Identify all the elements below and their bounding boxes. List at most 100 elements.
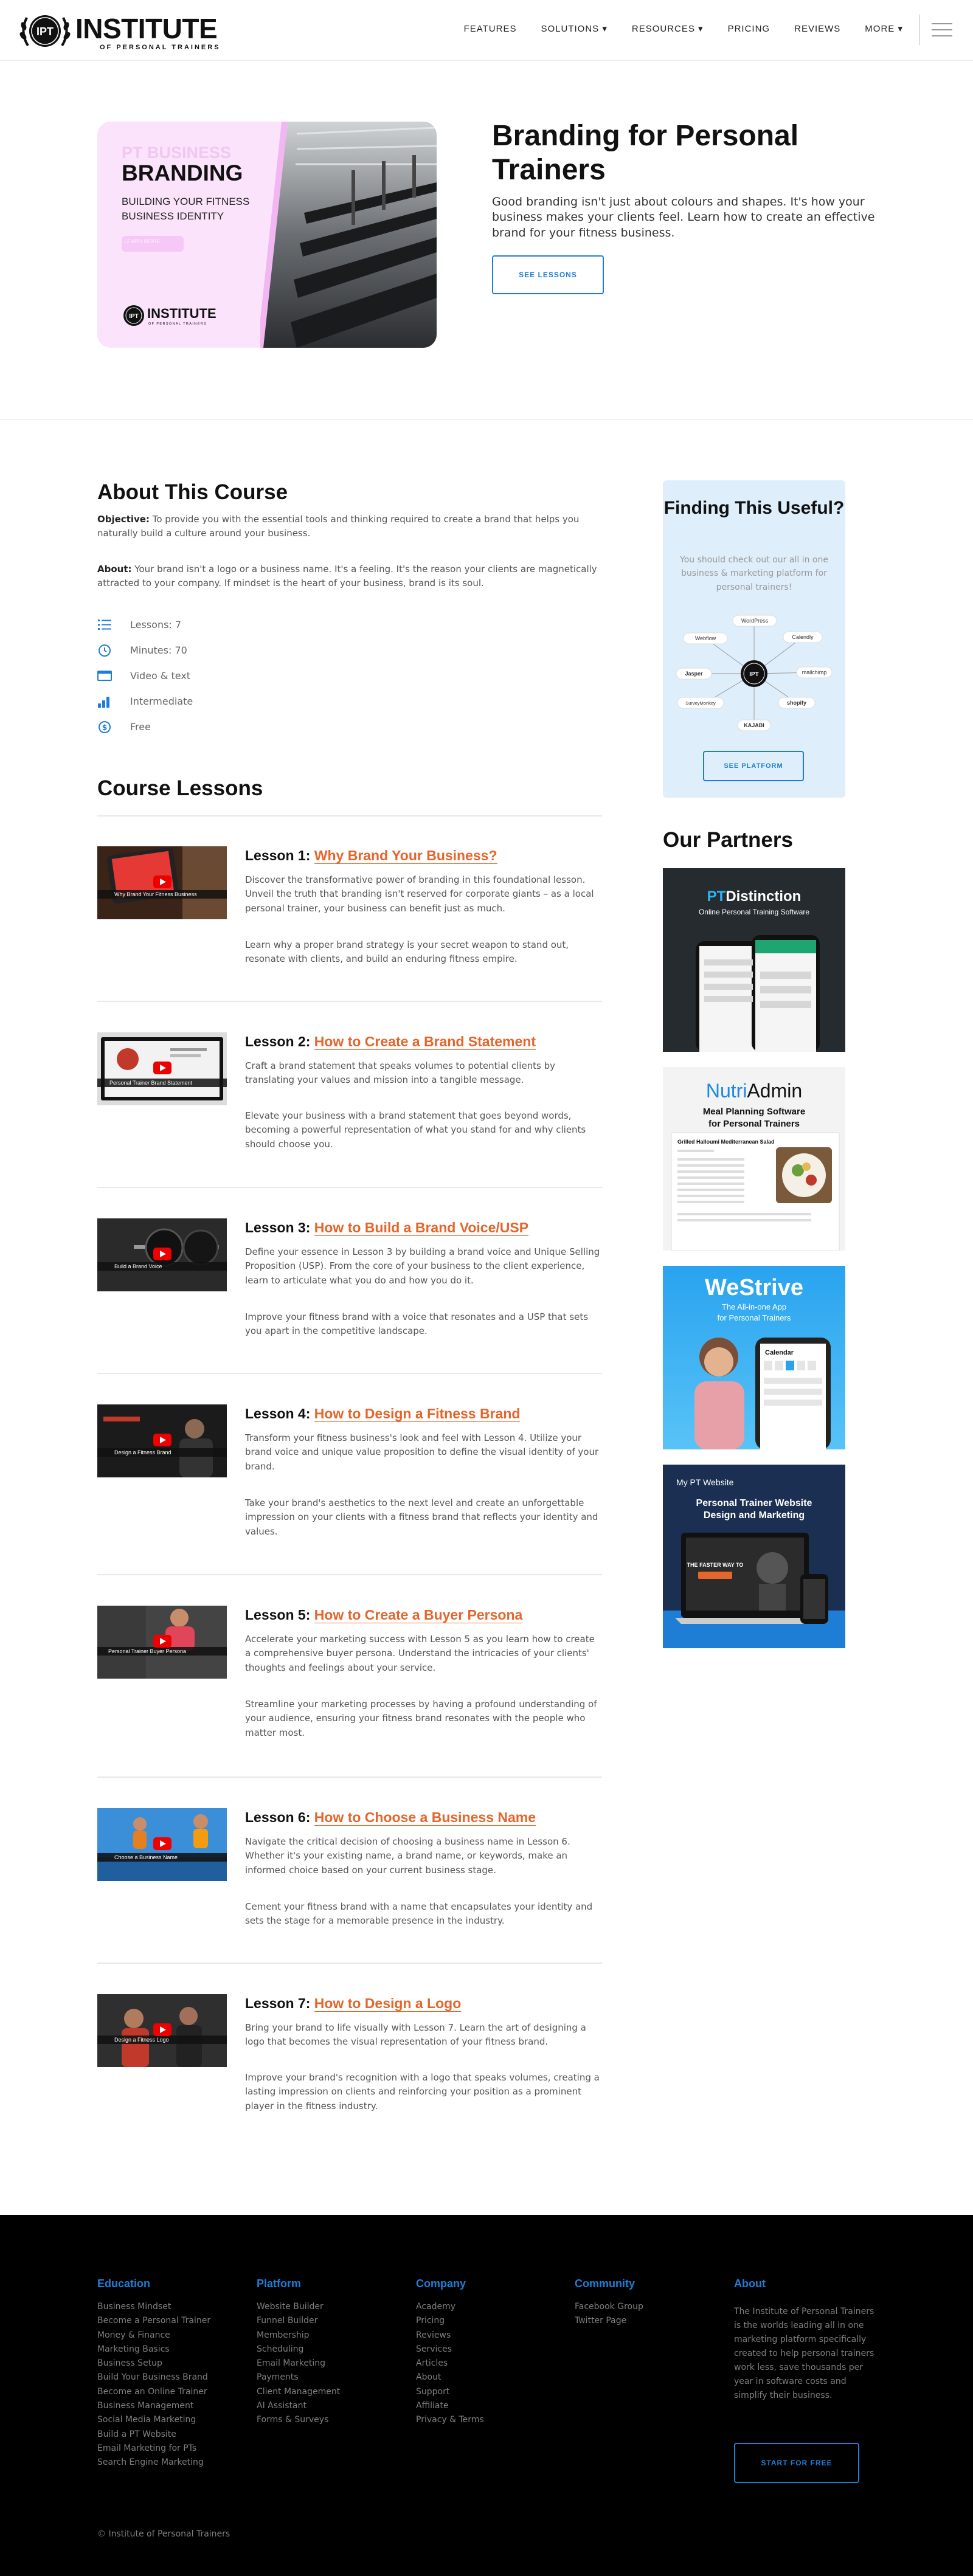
objective-paragraph: Objective: To provide you with the essen…: [97, 513, 602, 541]
footer-link[interactable]: Build a PT Website: [97, 2428, 210, 2442]
footer-link[interactable]: Membership: [257, 2329, 340, 2343]
lesson-link[interactable]: How to Build a Brand Voice/USP: [314, 1220, 529, 1236]
footer-link[interactable]: Email Marketing: [257, 2357, 340, 2371]
partner-ad-ptdistinction[interactable]: PTDistinction Online Personal Training S…: [663, 868, 845, 1052]
lesson-description-more: Improve your fitness brand with a voice …: [245, 1311, 589, 1337]
footer-link[interactable]: Client Management: [257, 2385, 340, 2399]
lesson-description: Bring your brand to life visually with L…: [245, 2022, 586, 2048]
see-lessons-button[interactable]: SEE LESSONS: [492, 255, 604, 294]
lesson-title: Lesson 4: How to Design a Fitness Brand: [245, 1406, 602, 1423]
lesson-video-thumbnail[interactable]: Why Brand Your Fitness Business: [97, 846, 227, 919]
footer-link[interactable]: Become a Personal Trainer: [97, 2314, 210, 2328]
nav-pricing[interactable]: PRICING: [728, 24, 770, 33]
footer-link[interactable]: Privacy & Terms: [416, 2413, 484, 2427]
footer-link[interactable]: Website Builder: [257, 2300, 340, 2314]
lesson-video-thumbnail[interactable]: Design a Fitness Logo: [97, 1994, 227, 2067]
site-logo[interactable]: IPT INSTITUTE OF PERSONAL TRAINERS: [18, 8, 219, 55]
myptwebsite-ad-image: My PT Website Personal Trainer Website D…: [663, 1465, 845, 1648]
lesson-link[interactable]: How to Design a Logo: [314, 1995, 462, 2012]
integrations-diagram: WordPress Calendly mailchimp shopify KAJ…: [676, 615, 833, 731]
footer-link[interactable]: Business Setup: [97, 2357, 210, 2371]
logo-calendly: Calendly: [792, 634, 814, 640]
lesson-video-thumbnail[interactable]: Build a Brand Voice: [97, 1218, 227, 1291]
nav-more[interactable]: MORE ▾: [865, 24, 903, 33]
footer-link[interactable]: Business Mindset: [97, 2300, 210, 2314]
hero-logo-wordmark: INSTITUTE: [147, 306, 216, 321]
footer-link[interactable]: Forms & Surveys: [257, 2413, 340, 2427]
footer-link[interactable]: Business Management: [97, 2399, 210, 2413]
footer-link[interactable]: Marketing Basics: [97, 2343, 210, 2357]
lesson-number: Lesson 2:: [245, 1034, 311, 1049]
lesson-video-thumbnail[interactable]: Personal Trainer Brand Statement: [97, 1032, 227, 1105]
footer-heading: Community: [575, 2277, 635, 2290]
partner-ad-nutriadmin[interactable]: NutriAdmin Meal Planning Software for Pe…: [663, 1067, 845, 1251]
logo-mailchimp: mailchimp: [802, 669, 827, 675]
page-title: Branding for Personal Trainers: [492, 120, 799, 186]
footer-link[interactable]: Payments: [257, 2371, 340, 2384]
lesson-title: Lesson 3: How to Build a Brand Voice/USP: [245, 1220, 602, 1237]
partner-ad-myptwebsite[interactable]: My PT Website Personal Trainer Website D…: [663, 1465, 845, 1648]
lesson-description: Navigate the critical decision of choosi…: [245, 1836, 570, 1876]
ad1-subtitle: Online Personal Training Software: [699, 908, 809, 916]
video-thumbnail-image: Personal Trainer Brand Statement: [97, 1032, 227, 1105]
video-thumbnail-image: Personal Trainer Buyer Persona: [97, 1606, 227, 1679]
lesson-video-thumbnail[interactable]: Personal Trainer Buyer Persona: [97, 1606, 227, 1679]
partner-ad-westrive[interactable]: WeStrive The All-in-one App for Personal…: [663, 1266, 845, 1449]
lesson-divider: [97, 1777, 602, 1778]
lesson-video-thumbnail[interactable]: Design a Fitness Brand: [97, 1404, 227, 1477]
lesson-link[interactable]: How to Choose a Business Name: [314, 1809, 536, 1826]
lesson-link[interactable]: Why Brand Your Business?: [314, 848, 497, 864]
footer-link[interactable]: AI Assistant: [257, 2399, 340, 2413]
footer-link[interactable]: Become an Online Trainer: [97, 2385, 210, 2399]
footer-column-platform: Platform Website Builder Funnel Builder …: [257, 2278, 340, 2428]
footer-link[interactable]: Reviews: [416, 2329, 484, 2343]
ad4-sub2: Design and Marketing: [704, 1510, 805, 1521]
footer-link[interactable]: Academy: [416, 2300, 484, 2314]
footer-link[interactable]: Build Your Business Brand: [97, 2371, 210, 2384]
about-label: About:: [97, 564, 132, 575]
start-for-free-button[interactable]: START FOR FREE: [734, 2443, 859, 2483]
hero-image-title: BRANDING: [122, 161, 243, 185]
hero-image-logo: IPT INSTITUTE OF PERSONAL TRAINERS: [123, 305, 216, 326]
lesson-link[interactable]: How to Design a Fitness Brand: [314, 1406, 521, 1422]
nav-reviews[interactable]: REVIEWS: [794, 24, 840, 33]
footer-link[interactable]: Services: [416, 2343, 484, 2357]
ad4-top: My PT Website: [676, 1477, 734, 1487]
footer-link[interactable]: Support: [416, 2385, 484, 2399]
nav-solutions[interactable]: SOLUTIONS ▾: [541, 24, 607, 33]
main-nav: FEATURES SOLUTIONS ▾ RESOURCES ▾ PRICING…: [464, 24, 903, 33]
hamburger-menu-icon[interactable]: [932, 23, 952, 38]
thumb-caption: Choose a Business Name: [114, 1854, 178, 1860]
footer-link[interactable]: Search Engine Marketing: [97, 2456, 210, 2470]
laurel-seal-icon: IPT: [19, 15, 71, 47]
footer-link[interactable]: Money & Finance: [97, 2329, 210, 2343]
footer-link[interactable]: Email Marketing for PTs: [97, 2442, 210, 2456]
footer-link[interactable]: Twitter Page: [575, 2314, 643, 2328]
lesson-video-thumbnail[interactable]: Choose a Business Name: [97, 1808, 227, 1881]
footer-link[interactable]: Funnel Builder: [257, 2314, 340, 2328]
footer-link[interactable]: Social Media Marketing: [97, 2413, 210, 2427]
lesson-link[interactable]: How to Create a Buyer Persona: [314, 1607, 523, 1623]
meta-minutes-text: Minutes: 70: [130, 644, 187, 656]
footer-link[interactable]: Affiliate: [416, 2399, 484, 2413]
ad4-sub1: Personal Trainer Website: [696, 1498, 812, 1508]
nav-resources[interactable]: RESOURCES ▾: [632, 24, 704, 33]
meta-price: $ Free: [97, 720, 151, 734]
meta-level: Intermediate: [97, 695, 193, 708]
about-paragraph: About: Your brand isn't a logo or a busi…: [97, 562, 602, 591]
lesson-divider: [97, 1373, 602, 1374]
hero-image-subtitle: BUILDING YOUR FITNESS BUSINESS IDENTITY: [122, 196, 250, 222]
footer-link[interactable]: Articles: [416, 2357, 484, 2371]
lesson-link[interactable]: How to Create a Brand Statement: [314, 1034, 536, 1050]
ad2-sub2: for Personal Trainers: [708, 1119, 800, 1129]
footer-link[interactable]: Scheduling: [257, 2343, 340, 2357]
nav-features[interactable]: FEATURES: [464, 24, 517, 33]
clock-icon: [99, 644, 111, 657]
footer-link[interactable]: Facebook Group: [575, 2300, 643, 2314]
lesson-card: Design a Fitness Logo Lesson 7: How to D…: [97, 1994, 602, 2128]
footer-link[interactable]: About: [416, 2371, 484, 2384]
see-platform-button[interactable]: SEE PLATFORM: [703, 751, 804, 781]
promo-text: You should check out our all in one busi…: [680, 555, 828, 592]
meta-level-text: Intermediate: [130, 696, 193, 707]
footer-link[interactable]: Pricing: [416, 2314, 484, 2328]
